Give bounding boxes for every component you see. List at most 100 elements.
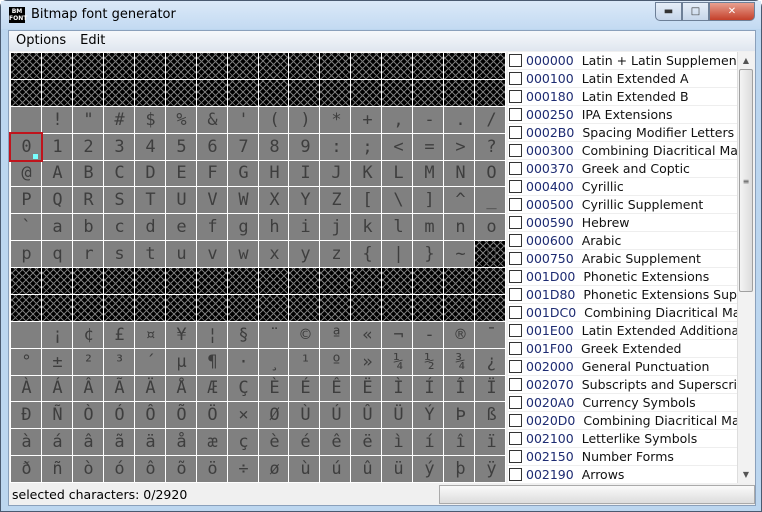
unavailable-char-cell[interactable] (351, 79, 382, 106)
char-cell[interactable] (382, 321, 413, 348)
unavailable-char-cell[interactable] (134, 294, 165, 321)
char-cell[interactable] (351, 456, 382, 482)
char-cell[interactable] (165, 133, 196, 160)
unavailable-char-cell[interactable] (475, 79, 505, 106)
unavailable-char-cell[interactable] (413, 294, 444, 321)
char-cell[interactable] (475, 214, 505, 241)
char-cell[interactable] (41, 456, 72, 482)
unavailable-char-cell[interactable] (413, 79, 444, 106)
char-cell[interactable] (258, 321, 289, 348)
char-cell[interactable] (289, 348, 320, 375)
unavailable-char-cell[interactable] (103, 294, 134, 321)
char-cell[interactable] (11, 187, 41, 214)
char-cell[interactable] (475, 402, 505, 429)
char-cell[interactable] (289, 375, 320, 402)
unavailable-char-cell[interactable] (320, 294, 351, 321)
char-cell[interactable] (103, 187, 134, 214)
range-checkbox[interactable] (509, 306, 522, 319)
char-cell[interactable] (258, 241, 289, 267)
char-cell[interactable] (103, 160, 134, 187)
char-cell[interactable] (103, 456, 134, 482)
unavailable-char-cell[interactable] (382, 53, 413, 79)
range-list-item[interactable]: 002190 Arrows (508, 466, 754, 483)
char-cell[interactable] (444, 348, 475, 375)
char-cell[interactable] (134, 348, 165, 375)
unavailable-char-cell[interactable] (258, 268, 289, 294)
char-cell[interactable] (41, 402, 72, 429)
char-cell[interactable] (165, 456, 196, 482)
range-checkbox[interactable] (509, 468, 522, 481)
char-cell[interactable] (41, 429, 72, 456)
char-cell[interactable] (196, 348, 227, 375)
char-cell[interactable] (444, 375, 475, 402)
range-list-item[interactable]: 002100 Letterlike Symbols (508, 430, 754, 448)
char-cell[interactable] (351, 160, 382, 187)
char-cell[interactable] (320, 456, 351, 482)
char-cell[interactable] (320, 133, 351, 160)
char-cell[interactable] (320, 348, 351, 375)
unavailable-char-cell[interactable] (227, 294, 258, 321)
selected-char-cell[interactable] (9, 131, 43, 162)
menu-edit[interactable]: Edit (73, 31, 112, 51)
range-checkbox[interactable] (509, 450, 522, 463)
char-cell[interactable] (351, 187, 382, 214)
unavailable-char-cell[interactable] (382, 79, 413, 106)
char-cell[interactable] (382, 106, 413, 133)
char-cell[interactable] (320, 375, 351, 402)
char-cell[interactable] (382, 456, 413, 482)
range-checkbox[interactable] (509, 432, 522, 445)
char-cell[interactable] (103, 348, 134, 375)
char-cell[interactable] (258, 160, 289, 187)
range-list-item[interactable]: 000590 Hebrew (508, 214, 754, 232)
char-cell[interactable] (475, 375, 505, 402)
scroll-thumb[interactable]: ≡ (739, 69, 753, 292)
char-cell[interactable] (227, 160, 258, 187)
char-cell[interactable] (227, 321, 258, 348)
unavailable-char-cell[interactable] (134, 268, 165, 294)
unavailable-char-cell[interactable] (72, 53, 103, 79)
char-cell[interactable] (320, 429, 351, 456)
char-cell[interactable] (72, 160, 103, 187)
char-cell[interactable] (72, 106, 103, 133)
unavailable-char-cell[interactable] (41, 79, 72, 106)
range-checkbox[interactable] (509, 144, 522, 157)
range-checkbox[interactable] (509, 54, 522, 67)
char-cell[interactable] (258, 348, 289, 375)
range-list-item[interactable]: 0020A0 Currency Symbols (508, 394, 754, 412)
char-cell[interactable] (289, 187, 320, 214)
char-cell[interactable] (351, 106, 382, 133)
char-cell[interactable] (165, 241, 196, 267)
char-cell[interactable] (11, 160, 41, 187)
range-checkbox[interactable] (509, 324, 522, 337)
unavailable-char-cell[interactable] (72, 294, 103, 321)
minimize-button[interactable]: ▬ (655, 2, 682, 21)
range-checkbox[interactable] (509, 126, 522, 139)
char-cell[interactable] (351, 241, 382, 267)
char-cell[interactable] (382, 160, 413, 187)
char-cell[interactable] (227, 241, 258, 267)
char-cell[interactable] (413, 456, 444, 482)
unavailable-char-cell[interactable] (227, 53, 258, 79)
char-cell[interactable] (165, 321, 196, 348)
char-cell[interactable] (289, 321, 320, 348)
char-cell[interactable] (475, 348, 505, 375)
scroll-up-arrow-icon[interactable]: ▲ (738, 52, 754, 69)
char-cell[interactable] (72, 375, 103, 402)
char-cell[interactable] (258, 456, 289, 482)
char-cell[interactable] (475, 133, 505, 160)
char-cell[interactable] (444, 214, 475, 241)
close-button[interactable]: ✕ (709, 2, 755, 21)
char-cell[interactable] (196, 429, 227, 456)
range-list-item[interactable]: 0002B0 Spacing Modifier Letters (508, 124, 754, 142)
char-cell[interactable] (72, 214, 103, 241)
char-cell[interactable] (72, 187, 103, 214)
unavailable-char-cell[interactable] (258, 294, 289, 321)
range-list-item[interactable]: 000300 Combining Diacritical Marks (508, 142, 754, 160)
char-cell[interactable] (196, 160, 227, 187)
range-checkbox[interactable] (509, 216, 522, 229)
unavailable-char-cell[interactable] (289, 268, 320, 294)
unavailable-char-cell[interactable] (196, 268, 227, 294)
range-list-item[interactable]: 000000 Latin + Latin Supplement (508, 52, 754, 70)
range-list-item[interactable]: 001D00 Phonetic Extensions (508, 268, 754, 286)
char-cell[interactable] (134, 375, 165, 402)
